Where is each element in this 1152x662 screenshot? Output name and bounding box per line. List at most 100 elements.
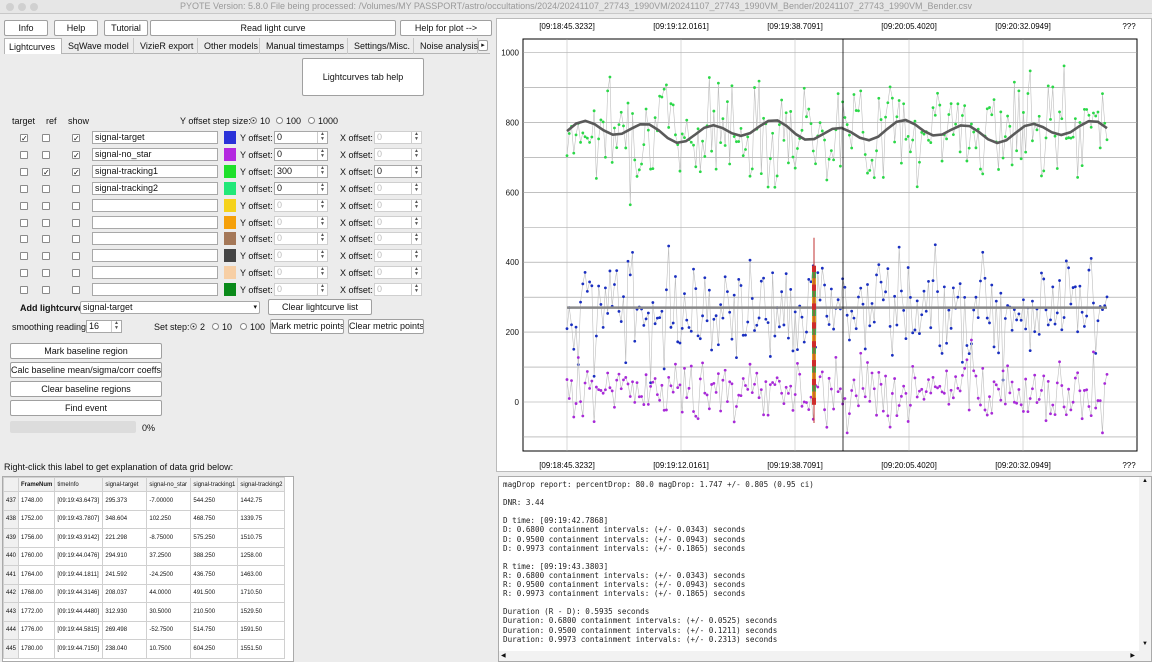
curve-color-swatch[interactable] — [224, 181, 236, 195]
curve-ref-checkbox[interactable] — [42, 286, 50, 295]
smoothing-readings-spinbox[interactable]: 16 ▲ ▼ — [86, 320, 122, 333]
curve-show-checkbox[interactable] — [72, 184, 80, 193]
report-horizontal-scrollbar[interactable]: ◀ ▶ — [499, 651, 1139, 661]
mark-baseline-region-button[interactable]: Mark baseline region — [10, 343, 162, 359]
table-cell[interactable]: 1768.00 — [18, 583, 56, 603]
tab-scroll-arrow-icon[interactable]: ▸ — [478, 40, 488, 51]
table-row[interactable]: 439 1756.00 [09:19:43.9142] 221.298 -8.75000… — [3, 528, 286, 548]
y-offset-spinbox[interactable]: 0 ▲ ▼ — [274, 147, 328, 161]
table-cell[interactable]: 1339.75 — [237, 509, 286, 529]
minimize-window-icon[interactable] — [18, 3, 26, 11]
curve-target-checkbox[interactable] — [20, 252, 28, 261]
table-row[interactable]: 445 1780.00 [09:19:44.7150] 238.040 10.7500 6… — [3, 639, 286, 659]
data-grid-hint-label[interactable]: Right-click this label to get explanatio… — [4, 462, 233, 472]
table-cell[interactable]: 514.750 — [190, 620, 239, 640]
tab-lightcurves[interactable]: Lightcurves — [4, 38, 62, 54]
table-row[interactable]: 442 1768.00 [09:19:44.3146] 208.037 44.0000 4… — [3, 583, 286, 603]
curve-target-checkbox[interactable] — [20, 286, 28, 295]
curve-color-swatch[interactable] — [224, 249, 236, 263]
help-for-plot-button[interactable]: Help for plot --> — [400, 20, 492, 36]
table-cell[interactable]: 468.750 — [190, 509, 239, 529]
plot-canvas[interactable]: 1000 800 600 400 200 0 [09:18:45.3232] [09:19:1… — [497, 19, 1151, 471]
clear-metric-points-button[interactable]: Clear metric points — [348, 319, 424, 334]
table-cell[interactable]: 442 — [3, 583, 20, 603]
table-cell[interactable]: 44.0000 — [146, 583, 192, 603]
read-lightcurve-button[interactable]: Read light curve — [150, 20, 396, 36]
table-cell[interactable]: 1752.00 — [18, 509, 56, 529]
table-cell[interactable]: 30.5000 — [146, 602, 192, 622]
curve-ref-checkbox[interactable] — [42, 252, 50, 261]
clear-lightcurve-list-button[interactable]: Clear lightcurve list — [268, 299, 372, 315]
table-cell[interactable]: 312.930 — [102, 602, 148, 622]
tab-noise-analysis[interactable]: Noise analysis/ — [416, 38, 481, 54]
spin-arrows-icon[interactable]: ▲ ▼ — [317, 182, 327, 194]
curve-ref-checkbox[interactable] — [42, 235, 50, 244]
curve-target-checkbox[interactable] — [20, 235, 28, 244]
table-row[interactable]: 440 1760.00 [09:19:44.0476] 294.910 37.2500 3… — [3, 546, 286, 566]
table-cell[interactable]: 238.040 — [102, 639, 148, 659]
table-cell[interactable]: [09:19:44.1811] — [54, 565, 104, 585]
calc-baseline-button[interactable]: Calc baseline mean/sigma/corr coeffs — [10, 362, 162, 378]
table-cell[interactable]: 440 — [3, 546, 20, 566]
curve-color-swatch[interactable] — [224, 131, 236, 144]
table-cell[interactable]: 1780.00 — [18, 639, 56, 659]
add-lightcurve-select[interactable]: signal-target ▾ — [80, 301, 260, 314]
scroll-left-icon[interactable]: ◀ — [501, 652, 506, 659]
curve-name-field[interactable] — [92, 215, 218, 229]
curve-show-checkbox[interactable] — [72, 218, 80, 227]
close-window-icon[interactable] — [6, 3, 14, 11]
tab-sqwave-model[interactable]: SqWave model — [64, 38, 134, 54]
table-column-header[interactable]: signal-tracking1 — [190, 477, 239, 492]
curve-name-field[interactable]: signal-no_star — [92, 147, 218, 161]
table-cell[interactable]: 1710.50 — [237, 583, 286, 603]
table-cell[interactable]: 441 — [3, 565, 20, 585]
table-cell[interactable]: 1442.75 — [237, 491, 286, 511]
table-cell[interactable]: 1258.00 — [237, 546, 286, 566]
set-step-radio-100[interactable] — [240, 323, 247, 330]
curve-ref-checkbox[interactable] — [42, 134, 50, 142]
table-cell[interactable]: 1772.00 — [18, 602, 56, 622]
table-cell[interactable]: 544.250 — [190, 491, 239, 511]
table-column-header[interactable]: timeInfo — [54, 477, 104, 492]
table-cell[interactable]: 437 — [3, 491, 20, 511]
curve-target-checkbox[interactable] — [20, 269, 28, 278]
table-row[interactable]: 444 1776.00 [09:19:44.5815] 269.498 -52.7500… — [3, 620, 286, 640]
help-button[interactable]: Help — [54, 20, 98, 36]
table-cell[interactable]: -24.2500 — [146, 565, 192, 585]
table-cell[interactable]: 10.7500 — [146, 639, 192, 659]
table-row[interactable]: 437 1748.00 [09:19:43.6473] 295.373 -7.00000… — [3, 491, 286, 511]
table-cell[interactable]: 1760.00 — [18, 546, 56, 566]
tab-other-models[interactable]: Other models — [200, 38, 260, 54]
y-offset-spinbox[interactable]: 0 ▲ ▼ — [274, 181, 328, 195]
table-cell[interactable]: 102.250 — [146, 509, 192, 529]
tutorial-button[interactable]: Tutorial — [104, 20, 148, 36]
table-cell[interactable]: 575.250 — [190, 528, 239, 548]
table-column-header[interactable]: signal-no_star — [146, 477, 192, 492]
tab-manual-timestamps[interactable]: Manual timestamps — [262, 38, 348, 54]
table-cell[interactable]: 348.604 — [102, 509, 148, 529]
table-cell[interactable]: 295.373 — [102, 491, 148, 511]
table-cell[interactable]: [09:19:44.3146] — [54, 583, 104, 603]
table-cell[interactable]: 436.750 — [190, 565, 239, 585]
curve-color-swatch[interactable] — [224, 164, 236, 178]
table-cell[interactable]: 439 — [3, 528, 20, 548]
info-button[interactable]: Info — [4, 20, 48, 36]
curve-ref-checkbox[interactable] — [42, 184, 50, 193]
table-column-header[interactable]: signal-tracking2 — [237, 477, 286, 492]
table-cell[interactable]: 1463.00 — [237, 565, 286, 585]
table-cell[interactable]: 445 — [3, 639, 20, 659]
clear-baseline-regions-button[interactable]: Clear baseline regions — [10, 381, 162, 397]
yoffset-step-radio-100[interactable] — [276, 117, 283, 124]
table-row[interactable]: 438 1752.00 [09:19:43.7807] 348.604 102.250 4… — [3, 509, 286, 529]
curve-name-field[interactable] — [92, 283, 218, 297]
curve-name-field[interactable] — [92, 232, 218, 246]
table-column-header[interactable] — [3, 477, 20, 492]
table-cell[interactable]: 208.037 — [102, 583, 148, 603]
table-cell[interactable]: 1510.75 — [237, 528, 286, 548]
yoffset-step-radio-1000[interactable] — [308, 117, 315, 124]
curve-target-checkbox[interactable]: ✓ — [20, 134, 28, 143]
table-cell[interactable]: 1551.50 — [237, 639, 286, 659]
table-cell[interactable]: 221.298 — [102, 528, 148, 548]
table-cell[interactable]: 1756.00 — [18, 528, 56, 548]
scroll-down-icon[interactable]: ▼ — [1142, 641, 1148, 647]
